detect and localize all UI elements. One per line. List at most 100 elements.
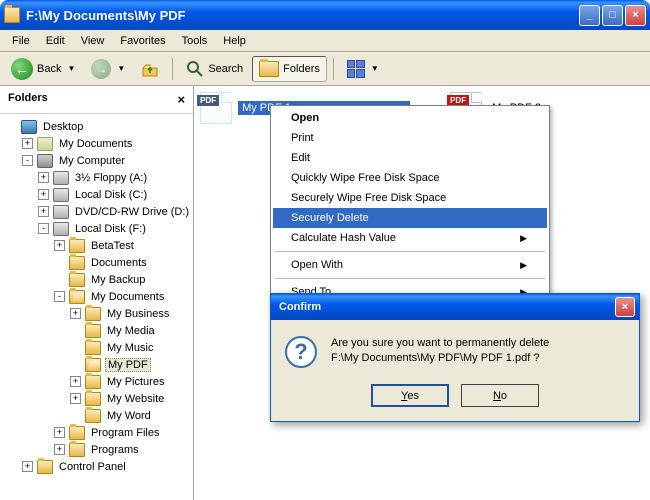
expand-icon[interactable]: + (38, 189, 49, 200)
forward-button[interactable]: → ▼ (84, 54, 132, 84)
expand-icon[interactable]: + (70, 308, 81, 319)
context-menu-label: Quickly Wipe Free Disk Space (291, 172, 440, 184)
folder-icon (85, 341, 101, 355)
tree-item-label: My Backup (89, 274, 147, 286)
context-menu-item[interactable]: Securely Wipe Free Disk Space (273, 188, 547, 208)
tree-item[interactable]: + DVD/CD-RW Drive (D:) (2, 203, 191, 220)
menu-tools[interactable]: Tools (174, 33, 216, 49)
views-button[interactable]: ▼ (340, 55, 386, 83)
search-button[interactable]: Search (179, 55, 250, 83)
back-button[interactable]: ← Back ▼ (4, 53, 82, 85)
collapse-icon[interactable]: - (38, 223, 49, 234)
tree-item[interactable]: My Backup (2, 271, 191, 288)
close-button[interactable]: × (625, 5, 646, 26)
dialog-buttons: Yes No (271, 378, 639, 421)
expand-icon[interactable]: + (70, 393, 81, 404)
dialog-message-line1: Are you sure you want to permanently del… (331, 336, 549, 351)
folders-pane: Folders × Desktop+My Documents-My Comput… (0, 86, 194, 500)
separator (172, 58, 173, 80)
tree-item-label: My Computer (57, 155, 127, 167)
tree-item-label: Desktop (41, 121, 85, 133)
expand-icon[interactable]: + (54, 240, 65, 251)
folder-icon (37, 460, 53, 474)
collapse-icon[interactable]: - (54, 291, 65, 302)
folders-pane-close[interactable]: × (177, 92, 185, 107)
collapse-icon[interactable]: - (22, 155, 33, 166)
back-label: Back (37, 63, 61, 75)
no-button[interactable]: No (461, 384, 539, 407)
tree-item[interactable]: Documents (2, 254, 191, 271)
dialog-titlebar: Confirm × (271, 294, 639, 320)
yes-button[interactable]: Yes (371, 384, 449, 407)
context-menu-label: Securely Delete (291, 212, 369, 224)
menu-edit[interactable]: Edit (38, 33, 73, 49)
context-menu-item[interactable]: Edit (273, 148, 547, 168)
menu-view[interactable]: View (73, 33, 113, 49)
dialog-title: Confirm (275, 301, 615, 313)
minimize-button[interactable]: _ (579, 5, 600, 26)
context-menu-label: Edit (291, 152, 310, 164)
folders-button[interactable]: Folders (252, 56, 327, 82)
folder-icon (69, 273, 85, 287)
expand-icon[interactable]: + (22, 138, 33, 149)
context-menu-item[interactable]: Calculate Hash Value▶ (273, 228, 547, 248)
tree-item-label: Local Disk (F:) (73, 223, 148, 235)
expand-icon[interactable]: + (54, 444, 65, 455)
drive-icon (53, 188, 69, 202)
expand-icon[interactable]: + (22, 461, 33, 472)
tree-item[interactable]: Desktop (2, 118, 191, 135)
folder-tree[interactable]: Desktop +My Documents - My Computer +3½ Flop… (0, 114, 193, 500)
tree-item[interactable]: -My Documents (2, 288, 191, 305)
toolbar: ← Back ▼ → ▼ Search Folders ▼ (0, 52, 650, 86)
maximize-button[interactable]: □ (602, 5, 623, 26)
tree-item[interactable]: +My Documents (2, 135, 191, 152)
folders-label: Folders (283, 63, 320, 75)
folder-icon (69, 256, 85, 270)
tree-item[interactable]: My Music (2, 339, 191, 356)
tree-item-label: Documents (89, 257, 149, 269)
tree-item[interactable]: My PDF (2, 356, 191, 373)
expand-icon[interactable]: + (38, 172, 49, 183)
question-icon: ? (285, 336, 317, 368)
expand-icon[interactable]: + (38, 206, 49, 217)
tree-item[interactable]: +3½ Floppy (A:) (2, 169, 191, 186)
menu-favorites[interactable]: Favorites (112, 33, 173, 49)
tree-item[interactable]: My Media (2, 322, 191, 339)
folder-icon (69, 426, 85, 440)
tree-item[interactable]: +Programs (2, 441, 191, 458)
tree-item[interactable]: +Program Files (2, 424, 191, 441)
tree-item[interactable]: + My Business (2, 305, 191, 322)
context-menu-item[interactable]: Print (273, 128, 547, 148)
dialog-message-line2: F:\My Documents\My PDF\My PDF 1.pdf ? (331, 351, 549, 366)
menu-help[interactable]: Help (215, 33, 254, 49)
submenu-arrow-icon: ▶ (520, 260, 527, 271)
context-menu-label: Print (291, 132, 314, 144)
pdf-icon (200, 92, 232, 124)
tree-item[interactable]: - Local Disk (F:) (2, 220, 191, 237)
window-buttons: _ □ × (579, 5, 646, 26)
tree-item[interactable]: My Word (2, 407, 191, 424)
context-menu-item[interactable]: Quickly Wipe Free Disk Space (273, 168, 547, 188)
tree-item[interactable]: - My Computer (2, 152, 191, 169)
context-menu-item[interactable]: Open (273, 108, 547, 128)
search-label: Search (208, 63, 243, 75)
tree-item-label: Control Panel (57, 461, 128, 473)
expand-icon[interactable]: + (70, 376, 81, 387)
submenu-arrow-icon: ▶ (520, 233, 527, 244)
context-menu-item[interactable]: Open With▶ (273, 255, 547, 275)
expand-icon[interactable]: + (54, 427, 65, 438)
tree-item-label: My Business (105, 308, 171, 320)
context-menu-item[interactable]: Securely Delete (273, 208, 547, 228)
tree-item[interactable]: +My Pictures (2, 373, 191, 390)
tree-item-label: DVD/CD-RW Drive (D:) (73, 206, 191, 218)
tree-item[interactable]: + Control Panel (2, 458, 191, 475)
window-title: F:\My Documents\My PDF (26, 8, 579, 23)
dialog-close-button[interactable]: × (615, 297, 635, 317)
up-button[interactable] (134, 55, 166, 83)
tree-item[interactable]: +My Website (2, 390, 191, 407)
menu-file[interactable]: File (4, 33, 38, 49)
tree-item[interactable]: +Local Disk (C:) (2, 186, 191, 203)
tree-item[interactable]: +BetaTest (2, 237, 191, 254)
forward-icon: → (91, 59, 111, 79)
separator (333, 58, 334, 80)
